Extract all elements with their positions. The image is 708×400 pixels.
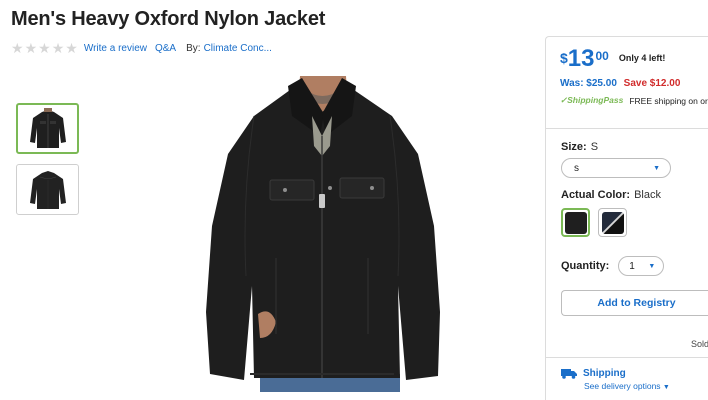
product-meta: ★ ★ ★ ★ ★ Write a review Q&A By: Climate … [11, 41, 280, 55]
size-select-value: s [574, 162, 579, 174]
star-icon: ★ [65, 40, 78, 56]
shipping-title: Shipping [583, 368, 626, 379]
quantity-row: Quantity: 1 ▼ [561, 256, 708, 276]
price-dollars: 13 [567, 45, 595, 72]
shipping-pass-logo[interactable]: ✓ShippingPass [560, 95, 623, 106]
jacket-back-thumbnail [29, 170, 66, 209]
quantity-label: Quantity: [561, 260, 610, 272]
shipping-pass-label: ShippingPass [567, 95, 624, 105]
product-main-image[interactable] [172, 76, 472, 392]
qa-link[interactable]: Q&A [155, 43, 176, 54]
star-icon: ★ [38, 40, 51, 56]
shipping-section: Shipping See delivery options ▼ [546, 357, 708, 391]
delivery-options-label: See delivery options [584, 381, 661, 391]
price-section: $ 13 00 Only 4 left! Was: $25.00 Save $1… [546, 37, 708, 129]
price-cents: 00 [595, 49, 609, 63]
write-review-link[interactable]: Write a review [84, 43, 147, 54]
stock-note: Only 4 left! [618, 53, 666, 63]
sold-by-label: Sold [691, 339, 708, 349]
size-label-row: Size: S [561, 141, 708, 153]
free-shipping-text: FREE shipping on orders [629, 95, 708, 106]
size-select[interactable]: s ▼ [561, 158, 671, 178]
truck-icon [561, 369, 577, 379]
purchase-panel: $ 13 00 Only 4 left! Was: $25.00 Save $1… [545, 36, 708, 400]
size-value: S [590, 141, 599, 153]
size-label: Size: [561, 141, 587, 153]
jacket-front-thumbnail [29, 107, 66, 148]
chevron-down-icon: ▼ [648, 262, 656, 270]
chevron-down-icon: ▼ [662, 384, 670, 391]
star-icon: ★ [51, 40, 65, 56]
price-currency: $ [560, 50, 568, 66]
rating-stars[interactable]: ★ ★ ★ ★ ★ [11, 41, 78, 55]
swatch-navy[interactable] [598, 208, 627, 237]
by-label: By: [186, 42, 201, 54]
color-value: Black [634, 189, 661, 201]
save-amount: Save $12.00 [623, 78, 681, 89]
thumbnail-back[interactable] [16, 164, 79, 215]
delivery-options-link[interactable]: See delivery options ▼ [584, 381, 708, 391]
quantity-select[interactable]: 1 ▼ [618, 256, 665, 276]
brand-byline: By: Climate Conc... [186, 43, 280, 54]
color-label: Actual Color: [561, 189, 631, 201]
color-label-row: Actual Color: Black [561, 189, 708, 201]
star-icon: ★ [24, 40, 38, 56]
brand-link[interactable]: Climate Conc... [204, 43, 272, 54]
thumbnail-front[interactable] [16, 103, 79, 154]
add-to-registry-button[interactable]: Add to Registry [561, 290, 708, 316]
product-title: Men's Heavy Oxford Nylon Jacket [11, 8, 326, 30]
color-swatches [561, 208, 708, 237]
was-price: Was: $25.00 [560, 78, 617, 89]
chevron-down-icon: ▼ [653, 164, 660, 172]
quantity-value: 1 [629, 260, 635, 272]
star-icon: ★ [11, 40, 24, 56]
current-price: $ 13 00 [560, 47, 609, 71]
swatch-black[interactable] [561, 208, 590, 237]
product-options: Size: S s ▼ Actual Color: Black Quantity: … [546, 129, 708, 316]
